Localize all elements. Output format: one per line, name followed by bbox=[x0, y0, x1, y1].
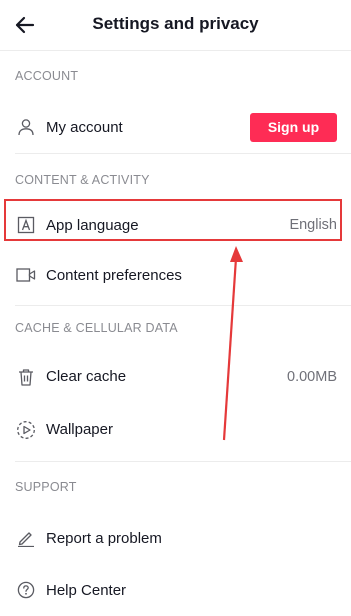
pencil-icon bbox=[16, 528, 36, 548]
section-support: SUPPORT Report a problem Help Center bbox=[0, 462, 351, 616]
content-preferences-label: Content preferences bbox=[46, 266, 182, 284]
sign-up-button[interactable]: Sign up bbox=[250, 112, 337, 142]
my-account-label: My account bbox=[46, 118, 123, 136]
section-account: ACCOUNT My account Sign up bbox=[0, 51, 351, 154]
section-title-content-activity: CONTENT & ACTIVITY bbox=[15, 172, 150, 187]
app-language-value: English bbox=[289, 217, 337, 233]
app-language-label: App language bbox=[46, 216, 139, 234]
person-icon bbox=[16, 117, 36, 137]
help-center-row[interactable]: Help Center bbox=[0, 564, 351, 616]
app-language-row[interactable]: App language English bbox=[0, 205, 351, 245]
section-title-account: ACCOUNT bbox=[15, 69, 79, 83]
clear-cache-label: Clear cache bbox=[46, 368, 127, 385]
section-content-activity: CONTENT & ACTIVITY App language English … bbox=[0, 154, 351, 306]
letter-a-icon bbox=[16, 215, 36, 235]
page-title: Settings and privacy bbox=[92, 14, 259, 33]
section-title-support: SUPPORT bbox=[15, 480, 77, 494]
header: Settings and privacy bbox=[0, 0, 351, 51]
play-circle-icon bbox=[16, 420, 36, 440]
section-cache: CACHE & CELLULAR DATA Clear cache 0.00MB… bbox=[0, 306, 351, 462]
my-account-row[interactable]: My account Sign up bbox=[0, 101, 351, 153]
video-camera-icon bbox=[16, 265, 36, 285]
question-circle-icon bbox=[16, 580, 36, 600]
cache-size-value: 0.00MB bbox=[287, 368, 337, 385]
clear-cache-row[interactable]: Clear cache 0.00MB bbox=[0, 350, 351, 403]
section-title-cache: CACHE & CELLULAR DATA bbox=[15, 321, 178, 335]
help-center-label: Help Center bbox=[46, 581, 127, 599]
trash-icon bbox=[16, 367, 36, 387]
wallpaper-label: Wallpaper bbox=[46, 421, 113, 438]
content-preferences-row[interactable]: Content preferences bbox=[0, 245, 351, 305]
report-problem-row[interactable]: Report a problem bbox=[0, 512, 351, 564]
report-problem-label: Report a problem bbox=[46, 529, 162, 547]
wallpaper-row[interactable]: Wallpaper bbox=[0, 403, 351, 456]
